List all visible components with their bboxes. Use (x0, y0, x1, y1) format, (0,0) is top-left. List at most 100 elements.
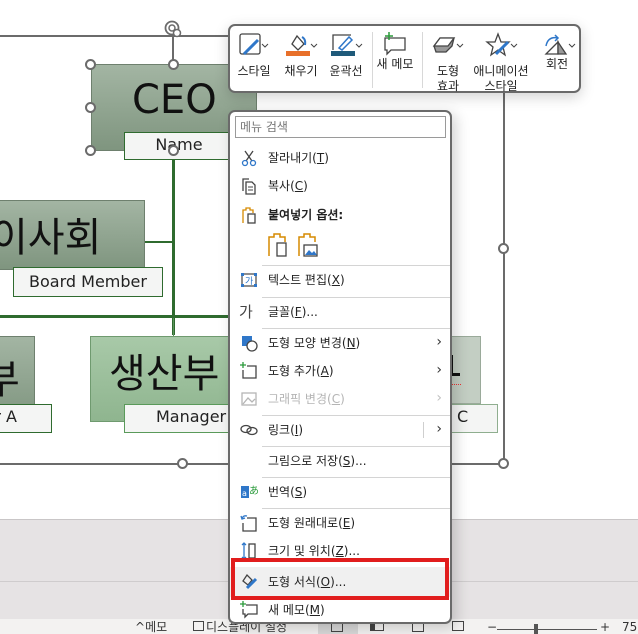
menu-item-save-as-picture[interactable]: 그림으로 저장(S)... (230, 448, 450, 474)
slideshow-button[interactable] (452, 620, 464, 634)
paste-keep-source-icon (268, 233, 287, 257)
menu-search-input[interactable] (235, 116, 446, 138)
zoom-slider-thumb[interactable] (534, 624, 538, 634)
menu-item-label: 그래픽 변경 (268, 392, 328, 406)
pen-outline-icon (331, 34, 363, 56)
menu-item-change-graphic: 그래픽 변경(C) › (230, 386, 450, 412)
menu-item-new-comment[interactable]: 새 메모(M) (230, 597, 450, 623)
zoom-in-button[interactable]: + (600, 620, 610, 634)
animation-styles-button[interactable]: 애니메이션 스타일 (470, 26, 532, 93)
menu-separator (262, 265, 450, 266)
org-name-ceo[interactable]: Name (124, 132, 234, 160)
menu-item-label: 번역 (268, 485, 291, 499)
paste-option-picture[interactable] (296, 232, 320, 258)
change-shape-icon (242, 336, 258, 352)
paste-icon (242, 207, 256, 224)
toolbar-separator (422, 32, 423, 88)
zoom-slider[interactable] (497, 629, 597, 630)
menu-separator (262, 446, 450, 447)
menu-item-copy[interactable]: 복사(C) (230, 173, 450, 199)
chevron-right-icon: › (436, 334, 442, 350)
menu-item-label: 붙여넣기 옵션: (268, 208, 344, 222)
reset-shape-icon (240, 515, 257, 532)
shape-effects-icon (432, 37, 464, 53)
fill-button[interactable]: 채우기 (280, 26, 322, 92)
paste-as-picture-icon (298, 233, 318, 257)
connector-horizontal (0, 315, 230, 318)
menu-item-label: 도형 원래대로 (268, 516, 339, 530)
svg-text:あ: あ (249, 485, 259, 497)
resize-handle-tl[interactable] (85, 59, 96, 70)
menu-separator (262, 415, 450, 416)
menu-separator (262, 477, 450, 478)
resize-handle-frame-br[interactable] (498, 458, 509, 469)
connector-production (173, 318, 174, 336)
resize-handle-bm[interactable] (168, 145, 179, 156)
menu-item-translate[interactable]: aあ 번역(S) (230, 479, 450, 505)
org-title-left-dept: 부 (0, 357, 20, 403)
rotate-button[interactable]: 회전 (534, 26, 580, 92)
shape-style-icon (239, 33, 269, 56)
svg-text:가: 가 (245, 276, 253, 287)
scissors-icon (241, 150, 257, 167)
outline-button[interactable]: 윤곽선 (324, 26, 368, 92)
resize-handle-frame-bm[interactable] (177, 458, 188, 469)
chevron-right-icon: › (436, 390, 442, 406)
style-button[interactable]: 스타일 (232, 26, 276, 92)
menu-item-label: 잘라내기 (268, 151, 313, 165)
translate-icon: aあ (241, 485, 259, 498)
display-settings-icon (193, 621, 204, 631)
zoom-level[interactable]: 75 (622, 620, 637, 634)
menu-item-change-shape[interactable]: 도형 모양 변경(N) › (230, 330, 450, 356)
rotate-handle-icon[interactable] (164, 20, 182, 38)
resize-handle-bl[interactable] (85, 145, 96, 156)
add-shape-icon (240, 362, 257, 379)
org-title-production: 생산부 (109, 351, 220, 397)
chevron-right-icon: › (436, 362, 442, 378)
powerpoint-window: CEO Name 이사회 Board Member 부 r A 생산부 Mana… (0, 0, 638, 634)
rotate-icon (544, 34, 576, 55)
menu-item-label: 도형 모양 변경 (268, 336, 342, 350)
org-name-production[interactable]: Manager (124, 404, 234, 433)
menu-item-label: 그림으로 저장 (268, 454, 339, 468)
menu-item-label: 글꼴 (268, 305, 291, 319)
org-box-board[interactable]: 이사회 (0, 200, 145, 270)
resize-handle-frame-mr[interactable] (498, 243, 509, 254)
connector-board (145, 241, 174, 243)
org-name-board[interactable]: Board Member (13, 267, 163, 297)
notes-toggle-button[interactable]: ^메모 (135, 620, 167, 634)
connector-ceo-down (172, 160, 175, 335)
menu-item-add-shape[interactable]: 도형 추가(A) › (230, 358, 450, 384)
new-comment-icon (384, 32, 406, 56)
menu-item-cut[interactable]: 잘라내기(T) (230, 145, 450, 171)
copy-icon (242, 178, 256, 195)
menu-item-link[interactable]: 링크(I) › (230, 417, 450, 443)
menu-item-label: 새 메모 (268, 603, 305, 617)
org-name-left-dept[interactable]: r A (0, 404, 52, 433)
caret-up-icon: ^ (135, 620, 146, 634)
menu-separator (262, 328, 450, 329)
menu-item-label: 복사 (268, 179, 291, 193)
menu-item-label: 링크 (268, 423, 291, 437)
paste-option-keep-source[interactable] (266, 232, 290, 258)
context-menu: 잘라내기(T) 복사(C) 붙여넣기 옵션: 가 텍스트 편집(X) 가 글꼴(… (228, 110, 452, 624)
menu-item-edit-text[interactable]: 가 텍스트 편집(X) (230, 267, 450, 293)
new-comment-icon (240, 601, 258, 619)
menu-item-reset-shape[interactable]: 도형 원래대로(E) (230, 510, 450, 536)
slideshow-icon (452, 621, 464, 631)
menu-item-font[interactable]: 가 글꼴(F)... (230, 299, 450, 325)
new-comment-button[interactable]: 새 메모 (373, 26, 417, 92)
org-title-board: 이사회 (0, 215, 102, 261)
paint-bucket-icon (286, 34, 318, 56)
resize-handle-tm[interactable] (168, 59, 179, 70)
svg-text:a: a (242, 489, 247, 498)
annotation-highlight-box (231, 558, 449, 600)
resize-handle-ml[interactable] (85, 102, 96, 113)
shape-effects-button[interactable]: 도형 효과 (426, 26, 470, 93)
zoom-out-button[interactable]: − (487, 620, 497, 634)
menu-item-label: 크기 및 위치 (268, 544, 331, 558)
change-graphic-icon (241, 392, 257, 406)
menu-item-paste-options: 붙여넣기 옵션: (230, 202, 450, 228)
chevron-right-icon[interactable]: › (436, 421, 442, 437)
link-icon (240, 424, 258, 436)
